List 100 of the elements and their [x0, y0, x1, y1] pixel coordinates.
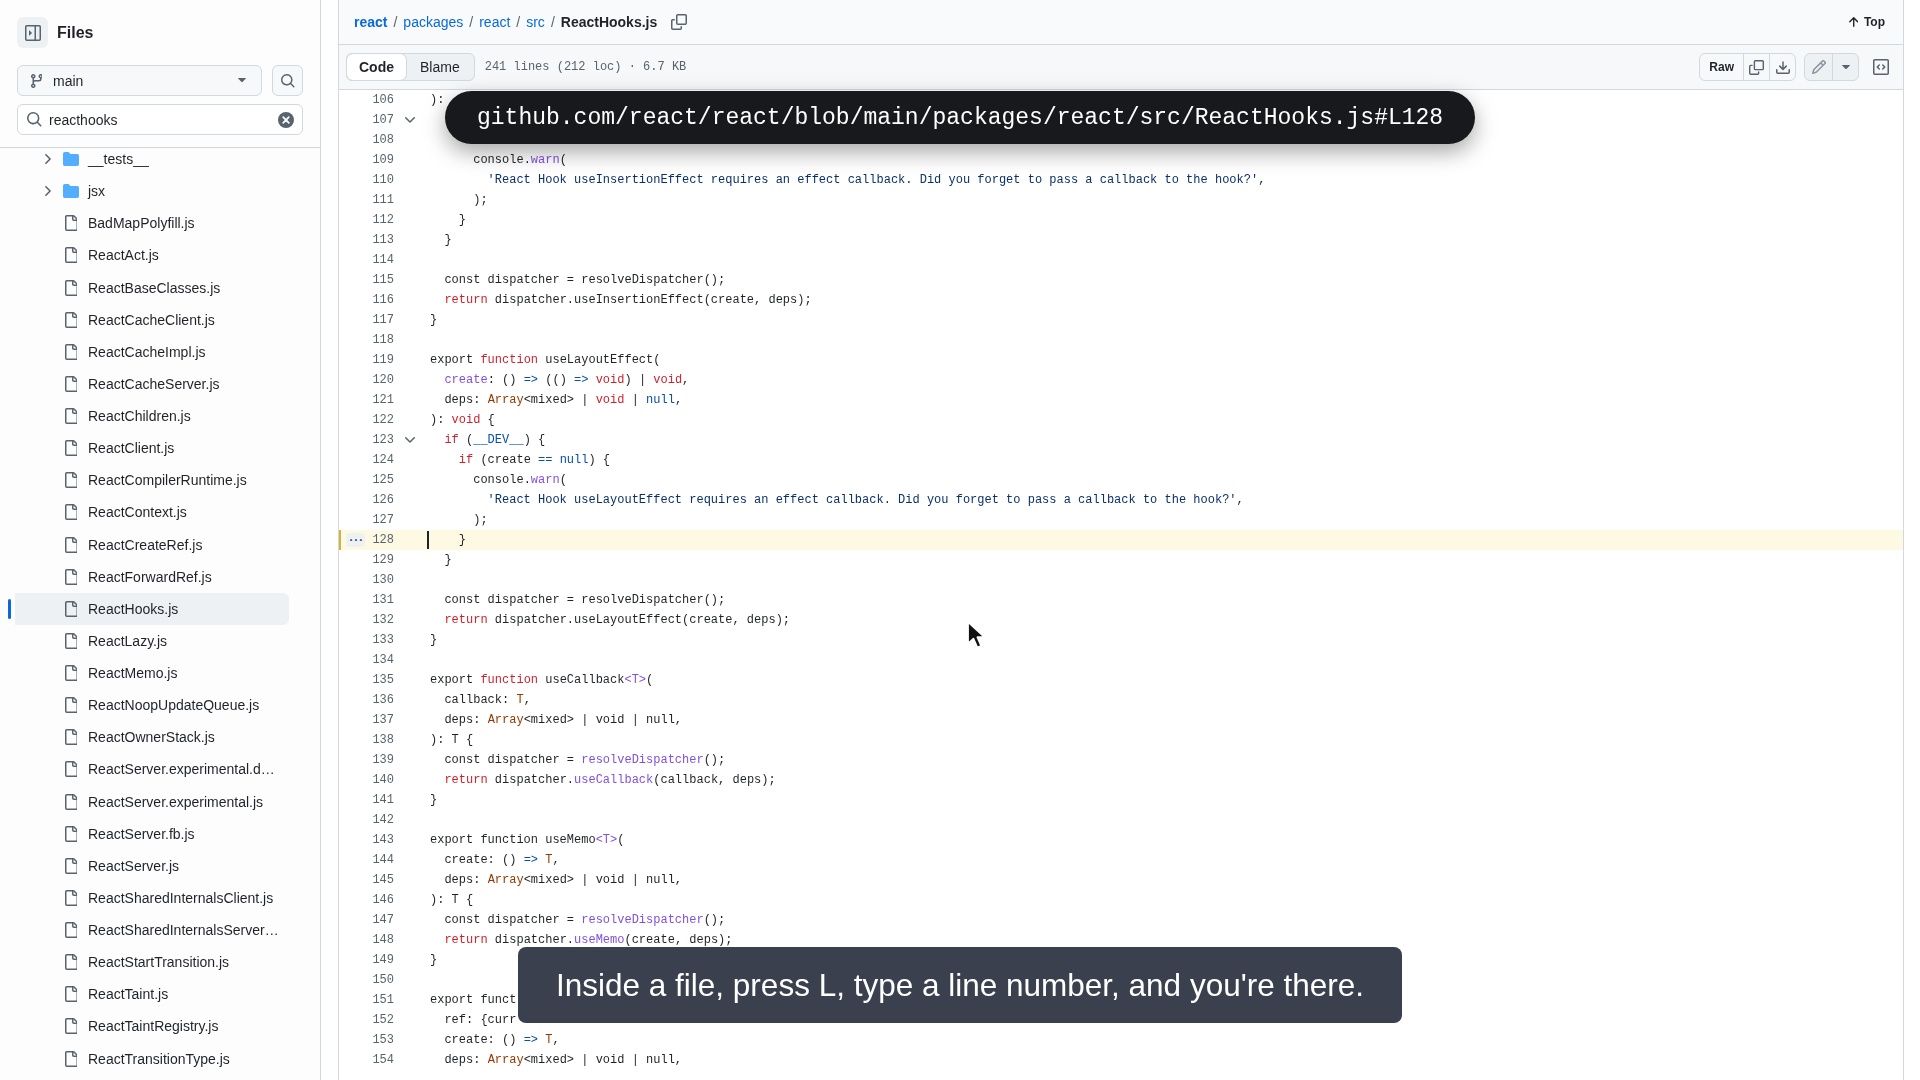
- code-line-text: deps: Array<mixed> | void | null,: [444, 713, 683, 727]
- line-number: 149: [372, 953, 394, 967]
- code-line-text: );: [473, 193, 488, 207]
- file-tree-item[interactable]: ReactForwardRef.js: [8, 560, 289, 593]
- code-line-text: return dispatcher.useMemo(create, deps);: [444, 933, 733, 947]
- arrow-up-icon: [1848, 17, 1858, 27]
- breadcrumb-separator: /: [549, 14, 556, 30]
- line-options-button[interactable]: [346, 533, 365, 547]
- line-number: 127: [372, 513, 394, 527]
- file-tree-item[interactable]: ReactTaintRegistry.js: [8, 1010, 289, 1043]
- file-icon: [65, 729, 77, 746]
- file-tree-item[interactable]: ReactSharedInternalsServer…: [8, 914, 289, 947]
- line-number: 121: [372, 393, 394, 407]
- file-tree-item[interactable]: ReactServer.js: [8, 849, 289, 882]
- file-tree-item[interactable]: ReactNoopUpdateQueue.js: [8, 689, 289, 722]
- file-tree-item[interactable]: ReactCacheImpl.js: [8, 335, 289, 368]
- code-line-text: ):: [430, 93, 445, 107]
- folder-icon: [63, 184, 79, 199]
- line-number: 116: [372, 293, 394, 307]
- code-line-text: ): T {: [430, 893, 474, 907]
- download-icon: [1775, 60, 1790, 74]
- kebab-horizontal-icon: [349, 538, 362, 542]
- file-tree-item[interactable]: ReactMemo.js: [8, 657, 289, 690]
- code-line-text: }: [444, 553, 452, 567]
- line-number: 151: [372, 993, 394, 1007]
- line-number: 126: [372, 493, 394, 507]
- line-number: 137: [372, 713, 394, 727]
- code-line-text: }: [430, 953, 438, 967]
- file-icon: [65, 472, 77, 489]
- line-number: 131: [372, 593, 394, 607]
- search-icon: [280, 73, 295, 88]
- line-number: 123: [372, 433, 394, 447]
- branch-selector[interactable]: main: [17, 65, 263, 96]
- line-number: 117: [372, 313, 394, 327]
- line-number: 106: [372, 93, 394, 107]
- file-tree-item[interactable]: ReactServer.fb.js: [8, 817, 289, 850]
- file-tree-item[interactable]: ReactTransitionType.js: [8, 1042, 289, 1075]
- current-file-name: ReactHooks.js: [560, 14, 658, 30]
- breadcrumb-link[interactable]: react: [479, 14, 511, 30]
- line-number: 130: [372, 573, 394, 587]
- chevron-down-icon[interactable]: [405, 117, 415, 123]
- file-tree-item[interactable]: ReactSharedInternalsClient.js: [8, 881, 289, 914]
- line-number: 144: [372, 853, 394, 867]
- file-tree-item[interactable]: ReactStartTransition.js: [8, 946, 289, 979]
- caption: Inside a file, press L, type a line number, and you're there.: [518, 947, 1402, 1023]
- breadcrumb-link[interactable]: src: [526, 14, 545, 30]
- code-line-text: export funct: [430, 993, 517, 1007]
- file-tree-item[interactable]: ReactChildren.js: [8, 400, 289, 433]
- caret-down-icon: [238, 78, 247, 83]
- code-line-text: ref: {curr: [444, 1013, 517, 1027]
- code-line-text: deps: Array<mixed> | void | null,: [444, 1053, 683, 1067]
- line-number: 132: [372, 613, 394, 627]
- line-number: 154: [372, 1053, 394, 1067]
- line-number: 135: [372, 673, 394, 687]
- file-tree-item[interactable]: ReactServer.experimental.js: [8, 785, 289, 818]
- file-tree-item[interactable]: ReactOwnerStack.js: [8, 721, 289, 754]
- file-icon: [65, 600, 77, 617]
- code-line-text: create: () => T,: [444, 853, 560, 867]
- file-tree-item[interactable]: ReactCreateRef.js: [8, 528, 289, 561]
- file-tree-item[interactable]: ReactTaint.js: [8, 978, 289, 1011]
- code-line-text: if (create == null) {: [458, 453, 611, 467]
- file-tree-item[interactable]: ReactHooks.js: [8, 592, 289, 625]
- file-tree-item[interactable]: jsx: [8, 175, 289, 208]
- view-tab[interactable]: Blame: [406, 54, 474, 80]
- line-number: 113: [372, 233, 394, 247]
- code-line-text: export function useMemo<T>(: [430, 833, 625, 847]
- file-tree-item[interactable]: ReactCacheClient.js: [8, 303, 289, 336]
- file-icon: [65, 825, 77, 842]
- file-tree-item[interactable]: __tests__: [8, 148, 289, 176]
- line-number: 145: [372, 873, 394, 887]
- sidebar-toggle-button[interactable]: [17, 17, 48, 48]
- file-tree-item[interactable]: ReactClient.js: [8, 432, 289, 465]
- branch-icon: [31, 73, 42, 88]
- file-tree-item[interactable]: ReactLazy.js: [8, 624, 289, 657]
- line-number: 110: [372, 173, 394, 187]
- line-number: 133: [372, 633, 394, 647]
- file-icon: [65, 375, 77, 392]
- search-icon: [27, 112, 42, 127]
- file-tree-item[interactable]: ReactCacheServer.js: [8, 367, 289, 400]
- clear-icon[interactable]: [278, 111, 294, 128]
- file-tree-item[interactable]: ReactCompilerRuntime.js: [8, 464, 289, 497]
- chevron-down-icon[interactable]: [405, 437, 415, 443]
- folder-icon: [63, 152, 79, 167]
- top-button[interactable]: Top: [1846, 11, 1887, 33]
- file-tree-item[interactable]: ReactServer.experimental.d…: [8, 753, 289, 786]
- file-tree-item[interactable]: ReactContext.js: [8, 496, 289, 529]
- breadcrumb-link[interactable]: packages: [403, 14, 464, 30]
- line-number: 146: [372, 893, 394, 907]
- file-tree-item[interactable]: BadMapPolyfill.js: [8, 207, 289, 240]
- search-button[interactable]: [272, 65, 303, 96]
- file-tree-item[interactable]: ReactAct.js: [8, 239, 289, 272]
- view-tab[interactable]: Code: [347, 54, 406, 80]
- breadcrumb-link[interactable]: react: [354, 14, 388, 30]
- file-icon: [65, 279, 77, 296]
- breadcrumb-separator: /: [392, 14, 399, 30]
- file-filter-field[interactable]: reacthooks: [17, 104, 303, 135]
- line-number: 136: [372, 693, 394, 707]
- file-tree-item[interactable]: ReactBaseClasses.js: [8, 271, 289, 304]
- file-icon: [65, 632, 77, 649]
- code-line-text: }: [430, 313, 438, 327]
